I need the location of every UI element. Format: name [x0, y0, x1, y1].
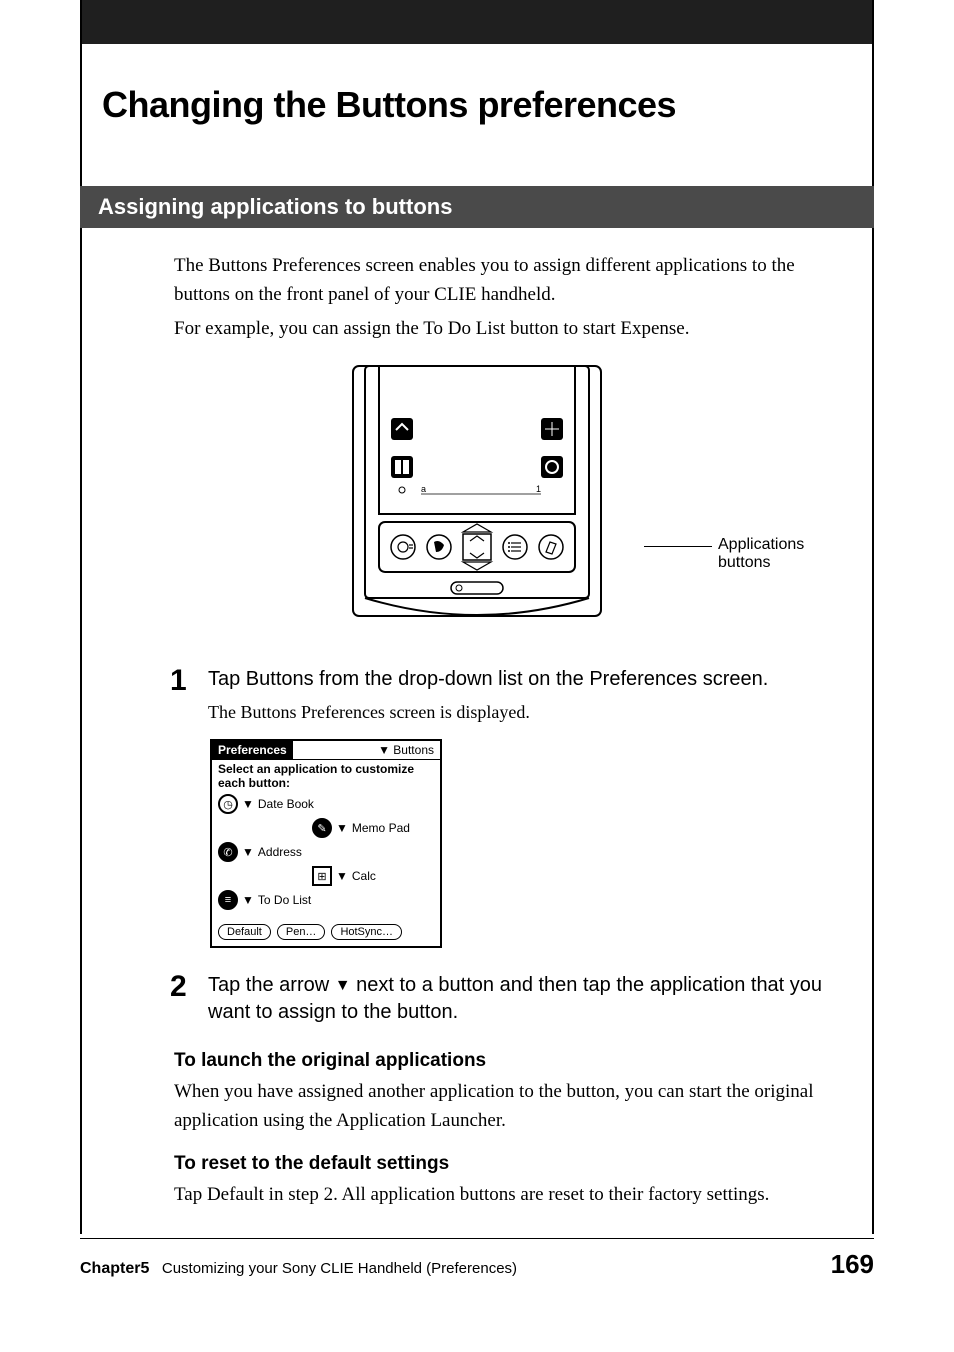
page-footer: Chapter5 Customizing your Sony CLIE Hand… — [80, 1238, 874, 1280]
step-2: 2 Tap the arrow ▼ next to a button and t… — [170, 972, 842, 1032]
prefs-instruction: Select an application to customize each … — [218, 762, 434, 791]
prefs-dropdown: ▼ Buttons — [372, 741, 440, 759]
prefs-item-calc: Calc — [352, 869, 376, 883]
intro-paragraph-1: The Buttons Preferences screen enables y… — [174, 252, 842, 309]
dropdown-arrow-icon: ▼ — [336, 869, 348, 883]
callout-label: Applications buttons — [718, 536, 842, 572]
step-1-desc: The Buttons Preferences screen is displa… — [208, 699, 842, 725]
calc-icon: ⊞ — [312, 866, 332, 886]
datebook-icon: ◷ — [218, 794, 238, 814]
prefs-item-todolist: To Do List — [258, 893, 311, 907]
down-arrow-icon: ▼ — [335, 977, 351, 994]
prefs-item-datebook: Date Book — [258, 797, 314, 811]
header-bar — [80, 0, 874, 44]
prefs-dropdown-label: Buttons — [393, 743, 434, 757]
device-figure: a 1 — [112, 364, 842, 626]
todolist-icon: ≡ — [218, 890, 238, 910]
step-number: 1 — [170, 666, 192, 725]
footer-chapter-text: Customizing your Sony CLIE Handheld (Pre… — [162, 1260, 517, 1277]
step-1: 1 Tap Buttons from the drop-down list on… — [170, 666, 842, 725]
subheading-reset: To reset to the default settings — [174, 1153, 842, 1175]
default-button: Default — [218, 924, 271, 940]
address-icon: ✆ — [218, 842, 238, 862]
prefs-item-memopad: Memo Pad — [352, 821, 410, 835]
section-heading: Assigning applications to buttons — [80, 186, 874, 228]
dropdown-arrow-icon: ▼ — [242, 845, 254, 859]
step-number: 2 — [170, 972, 192, 1032]
pen-button: Pen… — [277, 924, 326, 940]
dropdown-arrow-icon: ▼ — [336, 821, 348, 835]
subsection-reset-body: Tap Default in step 2. All application b… — [174, 1181, 842, 1210]
page-content: Changing the Buttons preferences Assigni… — [80, 44, 874, 1234]
step-1-title: Tap Buttons from the drop-down list on t… — [208, 666, 842, 693]
svg-text:1: 1 — [536, 484, 541, 494]
hotsync-button: HotSync… — [331, 924, 402, 940]
subheading-launch: To launch the original applications — [174, 1050, 842, 1072]
clie-device-illustration: a 1 — [351, 364, 603, 626]
preferences-screenshot: Preferences ▼ Buttons Select an applicat… — [210, 739, 842, 949]
intro-paragraph-2: For example, you can assign the To Do Li… — [174, 315, 842, 344]
step-2-title-part1: Tap the arrow — [208, 974, 335, 996]
dropdown-arrow-icon: ▼ — [242, 797, 254, 811]
step-2-title: Tap the arrow ▼ next to a button and the… — [208, 972, 842, 1026]
footer-chapter-label: Chapter5 — [80, 1260, 149, 1277]
page-title: Changing the Buttons preferences — [102, 84, 842, 126]
svg-text:a: a — [421, 484, 426, 494]
callout-line — [644, 546, 712, 547]
memopad-icon: ✎ — [312, 818, 332, 838]
subsection-launch-body: When you have assigned another applicati… — [174, 1078, 842, 1135]
dropdown-arrow-icon: ▼ — [242, 893, 254, 907]
prefs-title: Preferences — [212, 741, 293, 759]
prefs-item-address: Address — [258, 845, 302, 859]
page-number: 169 — [831, 1249, 874, 1280]
